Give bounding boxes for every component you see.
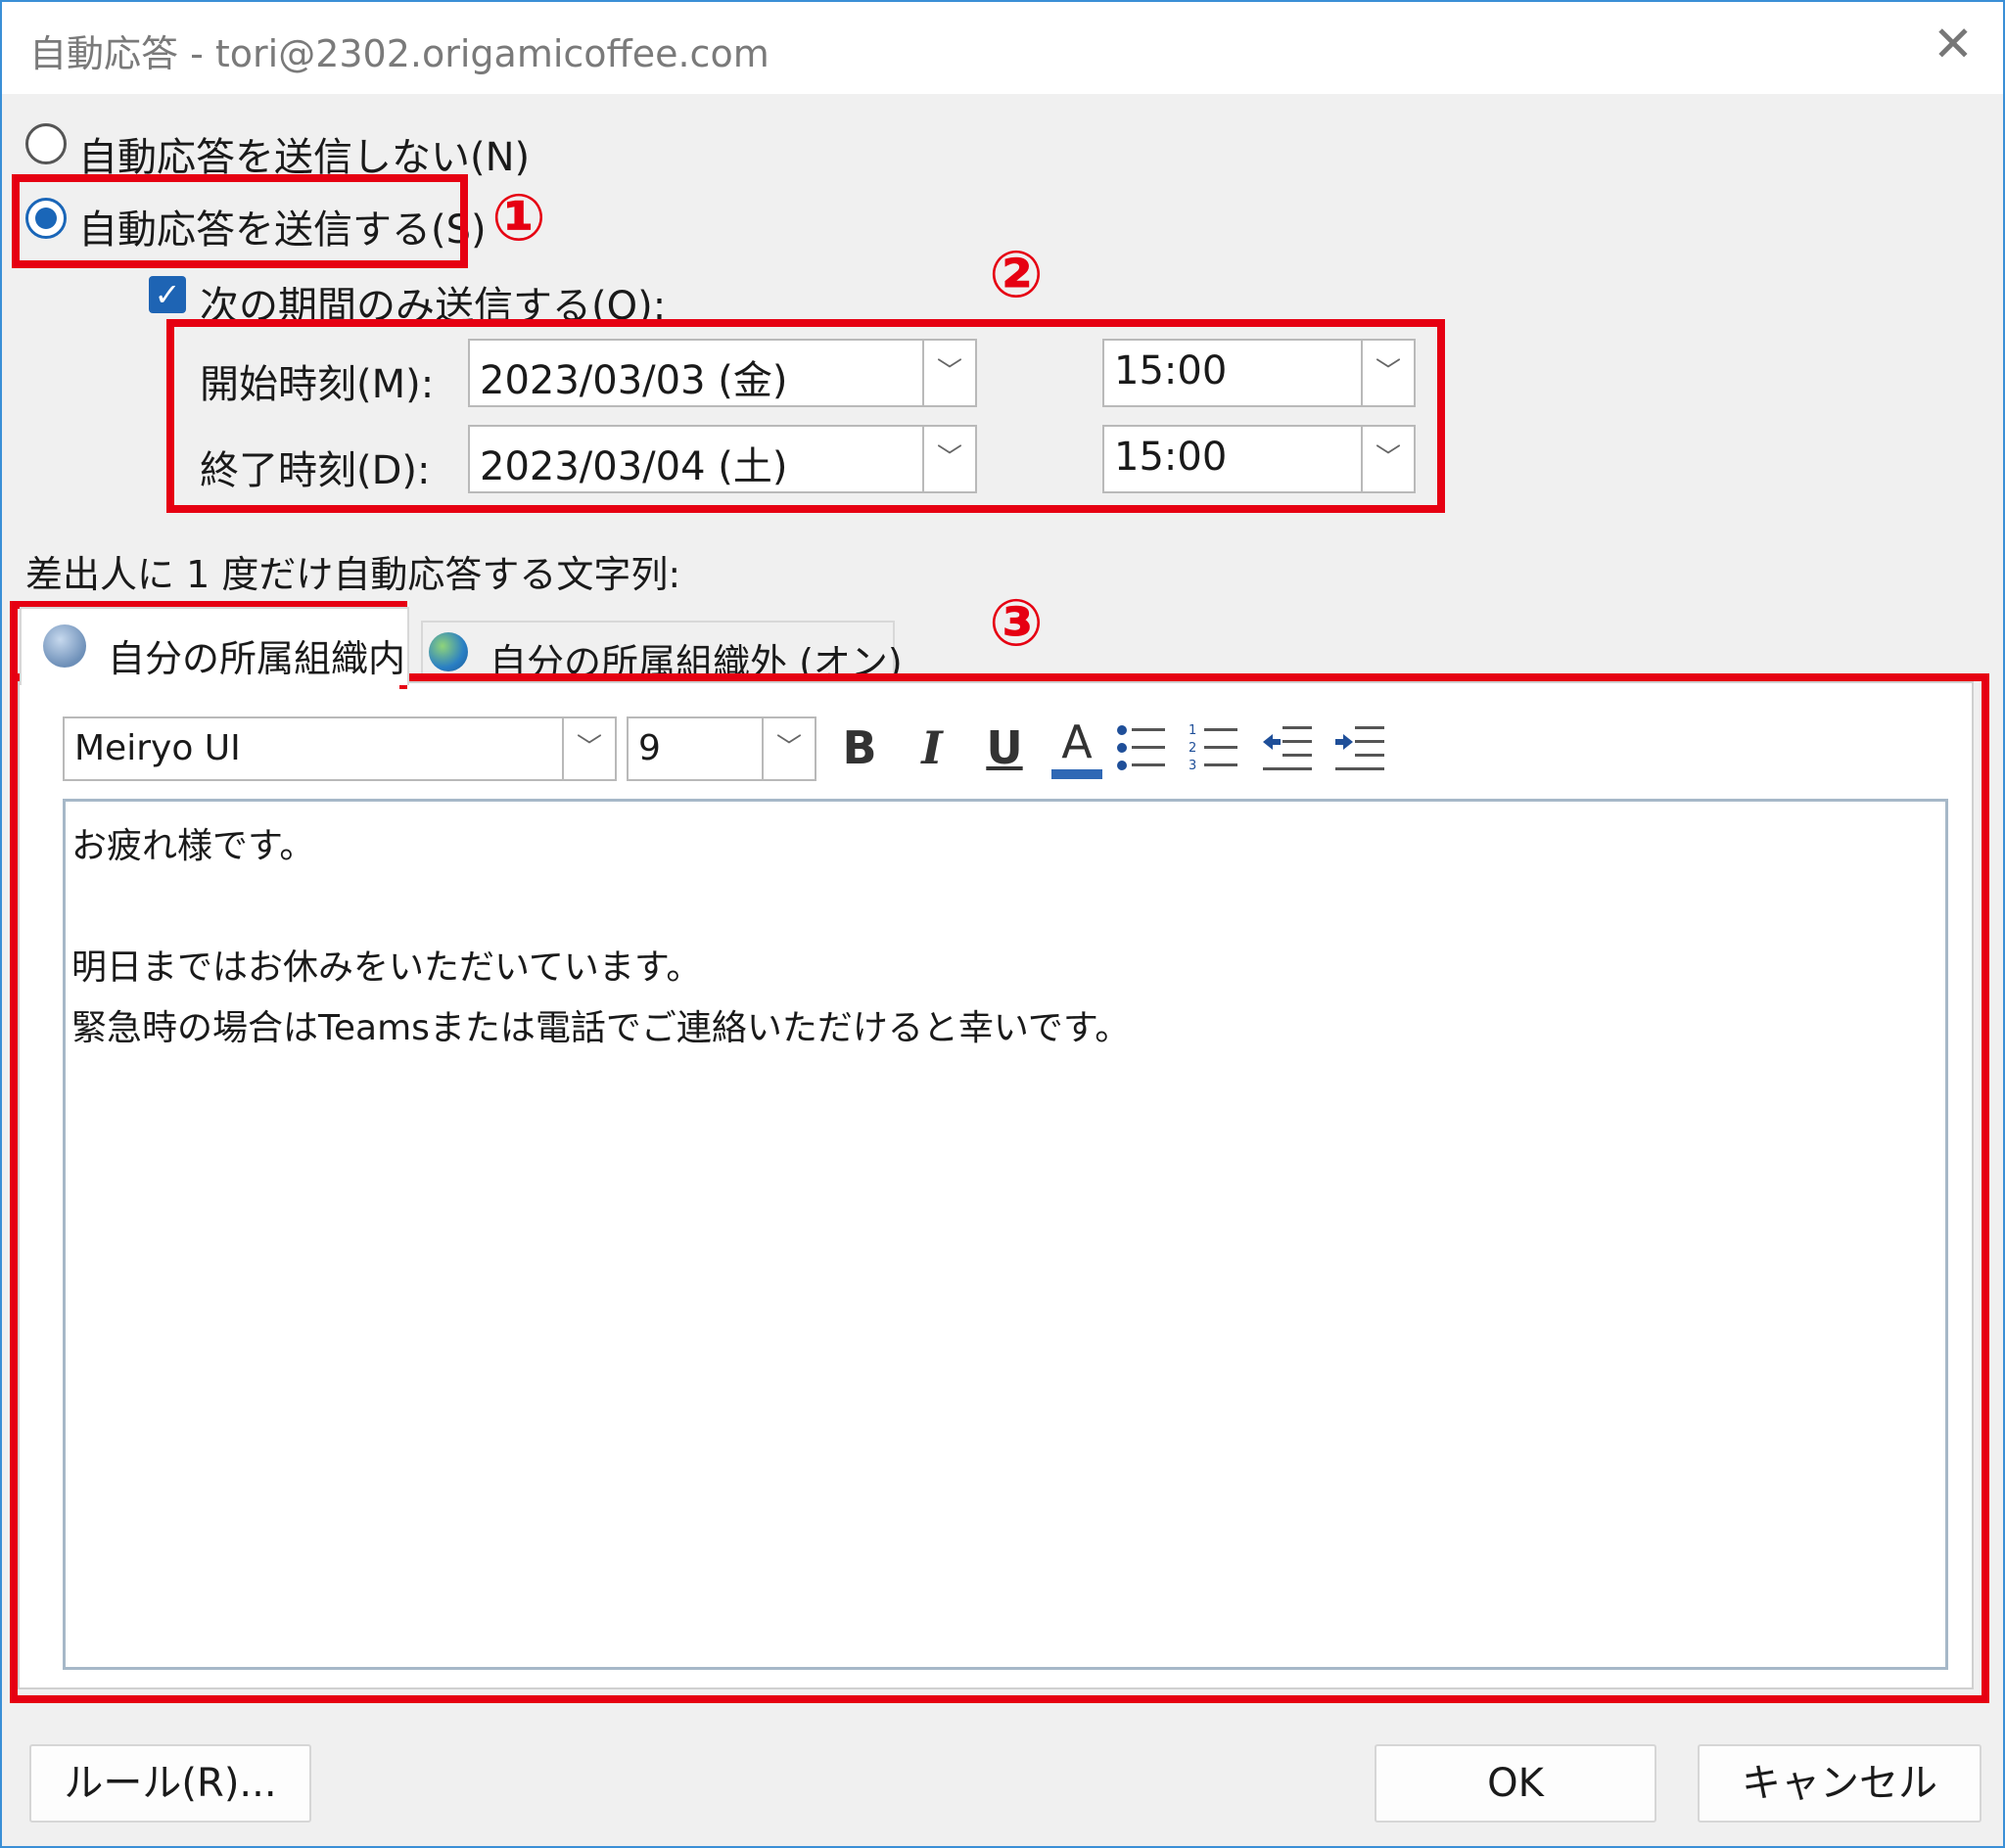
close-icon[interactable]: ✕ bbox=[1933, 20, 1974, 69]
size-select-value: 9 bbox=[638, 728, 661, 768]
title-bar: 自動応答 - tori@2302.origamicoffee.com ✕ bbox=[2, 2, 2003, 94]
font-color-bar bbox=[1051, 769, 1102, 779]
tab-inside-org[interactable]: 自分の所属組織内 bbox=[20, 607, 409, 685]
annotation-number-1: ① bbox=[491, 180, 546, 255]
rules-button[interactable]: ルール(R)... bbox=[29, 1744, 311, 1823]
chevron-down-icon: ﹀ bbox=[936, 443, 962, 473]
font-color-button[interactable]: A bbox=[1049, 713, 1104, 779]
start-time-label: 開始時刻(M): bbox=[200, 362, 435, 407]
start-time-input[interactable]: 15:00 bbox=[1102, 339, 1363, 407]
end-time-input[interactable]: 15:00 bbox=[1102, 425, 1363, 493]
annotation-number-2: ② bbox=[989, 237, 1044, 312]
font-select[interactable]: Meiryo UI bbox=[63, 716, 617, 781]
start-time-dropdown[interactable]: ﹀ bbox=[1361, 339, 1416, 407]
increase-indent-icon[interactable] bbox=[1333, 722, 1386, 773]
font-color-letter: A bbox=[1061, 716, 1093, 768]
annotation-number-3: ③ bbox=[989, 585, 1044, 661]
message-line-1: お疲れ様です。 bbox=[71, 826, 315, 866]
svg-text:1: 1 bbox=[1189, 723, 1196, 738]
font-select-value: Meiryo UI bbox=[74, 728, 241, 768]
font-dropdown[interactable]: ﹀ bbox=[562, 716, 617, 781]
message-line-2: 明日まではお休みをいただいています。 bbox=[71, 947, 702, 988]
end-time-dropdown[interactable]: ﹀ bbox=[1361, 425, 1416, 493]
message-section-label: 差出人に 1 度だけ自動応答する文字列: bbox=[25, 553, 681, 596]
decrease-indent-icon[interactable] bbox=[1261, 722, 1314, 773]
end-time-label: 終了時刻(D): bbox=[200, 448, 431, 493]
end-date-value: 2023/03/04 (土) bbox=[480, 444, 788, 489]
size-dropdown[interactable]: ﹀ bbox=[762, 716, 816, 781]
start-date-input[interactable]: 2023/03/03 (金) bbox=[468, 339, 924, 407]
start-date-value: 2023/03/03 (金) bbox=[480, 358, 788, 403]
numbered-list-icon[interactable]: 1 2 3 bbox=[1189, 722, 1239, 773]
chevron-down-icon: ﹀ bbox=[576, 733, 602, 762]
bullet-list-icon[interactable] bbox=[1116, 722, 1167, 773]
chevron-down-icon: ﹀ bbox=[936, 357, 962, 387]
chevron-down-icon: ﹀ bbox=[1375, 357, 1401, 387]
window-title: 自動応答 - tori@2302.origamicoffee.com bbox=[29, 32, 769, 75]
people-icon bbox=[43, 624, 86, 668]
chevron-down-icon: ﹀ bbox=[775, 733, 802, 762]
cancel-button[interactable]: キャンセル bbox=[1698, 1744, 1982, 1823]
italic-button[interactable]: I bbox=[905, 718, 959, 777]
tab-inside-org-label: 自分の所属組織内 bbox=[108, 637, 406, 680]
message-line-3: 緊急時の場合はTeamsまたは電話でご連絡いただけると幸いです。 bbox=[71, 1008, 1131, 1048]
annotation-box-1 bbox=[12, 174, 468, 268]
chevron-down-icon: ﹀ bbox=[1375, 443, 1401, 473]
svg-text:3: 3 bbox=[1189, 759, 1196, 773]
auto-reply-dialog: 自動応答 - tori@2302.origamicoffee.com ✕ 自動応… bbox=[0, 0, 2005, 1848]
end-date-input[interactable]: 2023/03/04 (土) bbox=[468, 425, 924, 493]
time-range-checkbox[interactable]: ✓ bbox=[149, 276, 186, 313]
start-date-dropdown[interactable]: ﹀ bbox=[922, 339, 977, 407]
ok-button[interactable]: OK bbox=[1375, 1744, 1656, 1823]
underline-button[interactable]: U bbox=[977, 718, 1032, 777]
globe-icon bbox=[429, 632, 468, 671]
end-date-dropdown[interactable]: ﹀ bbox=[922, 425, 977, 493]
start-time-value: 15:00 bbox=[1114, 348, 1228, 393]
message-editor[interactable]: お疲れ様です。 明日まではお休みをいただいています。 緊急時の場合はTeamsま… bbox=[63, 799, 1948, 1670]
svg-text:2: 2 bbox=[1189, 741, 1196, 756]
end-time-value: 15:00 bbox=[1114, 435, 1228, 480]
no-reply-radio[interactable] bbox=[25, 123, 67, 164]
bold-button[interactable]: B bbox=[832, 718, 887, 777]
